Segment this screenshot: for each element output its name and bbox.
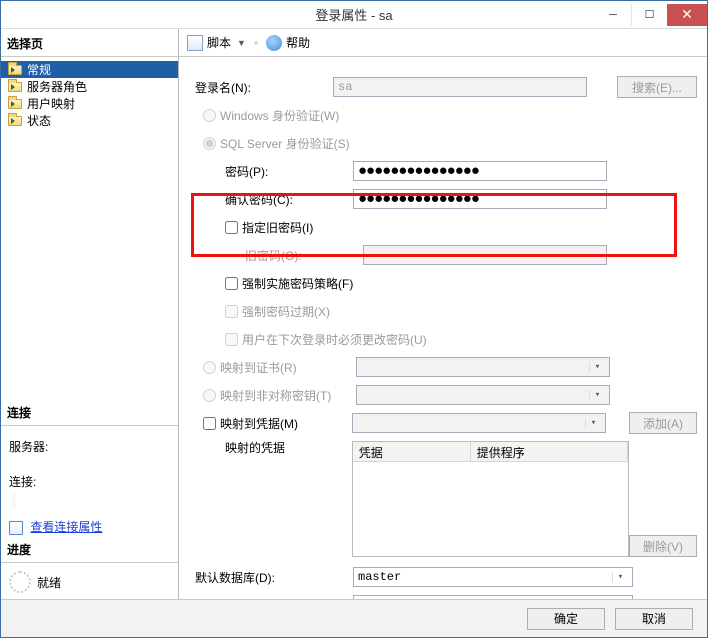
map-cred-label: 映射到凭据(M) xyxy=(220,415,352,432)
nav-server-roles[interactable]: 服务器角色 xyxy=(1,78,178,95)
col-provider: 提供程序 xyxy=(471,442,628,461)
map-asym-label: 映射到非对称密钥(T) xyxy=(220,387,356,404)
help-label: 帮助 xyxy=(286,34,310,51)
old-password-input xyxy=(363,245,607,265)
page-icon xyxy=(7,63,23,77)
nav-label: 状态 xyxy=(27,112,51,129)
default-db-label: 默认数据库(D): xyxy=(191,569,353,586)
enforce-policy-label: 强制实施密码策略(F) xyxy=(242,275,353,292)
select-page-header: 选择页 xyxy=(1,33,178,57)
view-connection-properties-link[interactable]: 查看连接属性 xyxy=(30,520,102,534)
script-icon xyxy=(187,35,203,51)
window-frame: 登录属性 - sa ─ ☐ ✕ 选择页 常规 服务器角色 用户映射 xyxy=(0,0,708,638)
titlebar: 登录属性 - sa ─ ☐ ✕ xyxy=(1,1,707,29)
nav-status[interactable]: 状态 xyxy=(1,112,178,129)
nav-label: 服务器角色 xyxy=(27,78,87,95)
window-title: 登录属性 - sa xyxy=(1,5,707,24)
confirm-password-input[interactable]: ●●●●●●●●●●●●●●● xyxy=(353,189,607,209)
ok-button[interactable]: 确定 xyxy=(527,608,605,630)
help-button[interactable]: 帮助 xyxy=(266,34,310,51)
password-input[interactable]: ●●●●●●●●●●●●●●● xyxy=(353,161,607,181)
enforce-expire-checkbox xyxy=(225,305,238,318)
page-icon xyxy=(7,80,23,94)
toolbar: 脚本 ▼ • 帮助 xyxy=(179,29,707,57)
connection-header: 连接 xyxy=(1,402,178,426)
map-cred-checkbox[interactable] xyxy=(203,417,216,430)
ready-label: 就绪 xyxy=(37,574,61,591)
progress-header: 进度 xyxy=(1,539,178,563)
right-pane: 脚本 ▼ • 帮助 登录名(N): 搜索(E)... xyxy=(179,29,707,599)
cancel-button[interactable]: 取消 xyxy=(615,608,693,630)
search-button: 搜索(E)... xyxy=(617,76,697,98)
win-auth-label: Windows 身份验证(W) xyxy=(220,107,339,124)
map-asym-radio xyxy=(203,389,216,402)
script-label: 脚本 xyxy=(207,34,231,51)
connection-block: 服务器: 连接: 查看连接属性 xyxy=(1,428,178,539)
nav-user-mapping[interactable]: 用户映射 xyxy=(1,95,178,112)
blurred-user-icon xyxy=(13,493,15,509)
script-button[interactable]: 脚本 ▼ xyxy=(187,34,246,51)
mapped-cred-label: 映射的凭据 xyxy=(191,439,352,456)
table-body xyxy=(353,462,628,556)
chevron-down-icon: ▼ xyxy=(237,38,246,48)
default-db-combo[interactable]: master ▾ xyxy=(353,567,633,587)
asym-combo: ▾ xyxy=(356,385,610,405)
footer: 确定 取消 xyxy=(1,599,707,637)
col-credential: 凭据 xyxy=(353,442,471,461)
credentials-table: 凭据 提供程序 xyxy=(352,441,629,557)
cred-combo: ▾ xyxy=(352,413,606,433)
win-auth-radio xyxy=(203,109,216,122)
remove-button: 删除(V) xyxy=(629,535,697,557)
map-cert-label: 映射到证书(R) xyxy=(220,359,356,376)
must-change-checkbox xyxy=(225,333,238,346)
connection-label: 连接: xyxy=(9,469,170,494)
nav-label: 常规 xyxy=(27,61,51,78)
must-change-label: 用户在下次登录时必须更改密码(U) xyxy=(242,331,427,348)
password-label: 密码(P): xyxy=(191,163,353,180)
enforce-expire-label: 强制密码过期(X) xyxy=(242,303,330,320)
default-lang-combo[interactable]: Simplified Chinese ▾ xyxy=(353,595,633,599)
page-icon xyxy=(7,114,23,128)
ready-icon xyxy=(9,571,31,593)
properties-icon xyxy=(9,521,23,535)
specify-old-label: 指定旧密码(I) xyxy=(242,219,313,236)
specify-old-checkbox[interactable] xyxy=(225,221,238,234)
nav-list: 常规 服务器角色 用户映射 状态 xyxy=(1,59,178,135)
default-lang-value: Simplified Chinese xyxy=(358,598,612,599)
form-area: 登录名(N): 搜索(E)... Windows 身份验证(W) SQL Ser… xyxy=(179,57,707,599)
help-icon xyxy=(266,35,282,51)
default-db-value: master xyxy=(358,570,612,584)
chevron-down-icon: ▾ xyxy=(612,572,628,582)
default-lang-label: 默认语言(G): xyxy=(191,597,353,600)
connection-value xyxy=(9,494,170,508)
left-pane: 选择页 常规 服务器角色 用户映射 状态 xyxy=(1,29,179,599)
table-header: 凭据 提供程序 xyxy=(353,442,628,462)
enforce-policy-checkbox[interactable] xyxy=(225,277,238,290)
map-cert-radio xyxy=(203,361,216,374)
server-label: 服务器: xyxy=(9,434,170,459)
nav-label: 用户映射 xyxy=(27,95,75,112)
body: 选择页 常规 服务器角色 用户映射 状态 xyxy=(1,29,707,599)
nav-general[interactable]: 常规 xyxy=(1,61,178,78)
confirm-password-label: 确认密码(C): xyxy=(191,191,353,208)
login-name-label: 登录名(N): xyxy=(191,79,333,96)
progress-row: 就绪 xyxy=(1,565,178,599)
add-button: 添加(A) xyxy=(629,412,697,434)
cert-combo: ▾ xyxy=(356,357,610,377)
login-name-input xyxy=(333,77,587,97)
sql-auth-label: SQL Server 身份验证(S) xyxy=(220,135,350,152)
sql-auth-radio xyxy=(203,137,216,150)
page-icon xyxy=(7,97,23,111)
old-password-label: 旧密码(O): xyxy=(191,247,363,264)
